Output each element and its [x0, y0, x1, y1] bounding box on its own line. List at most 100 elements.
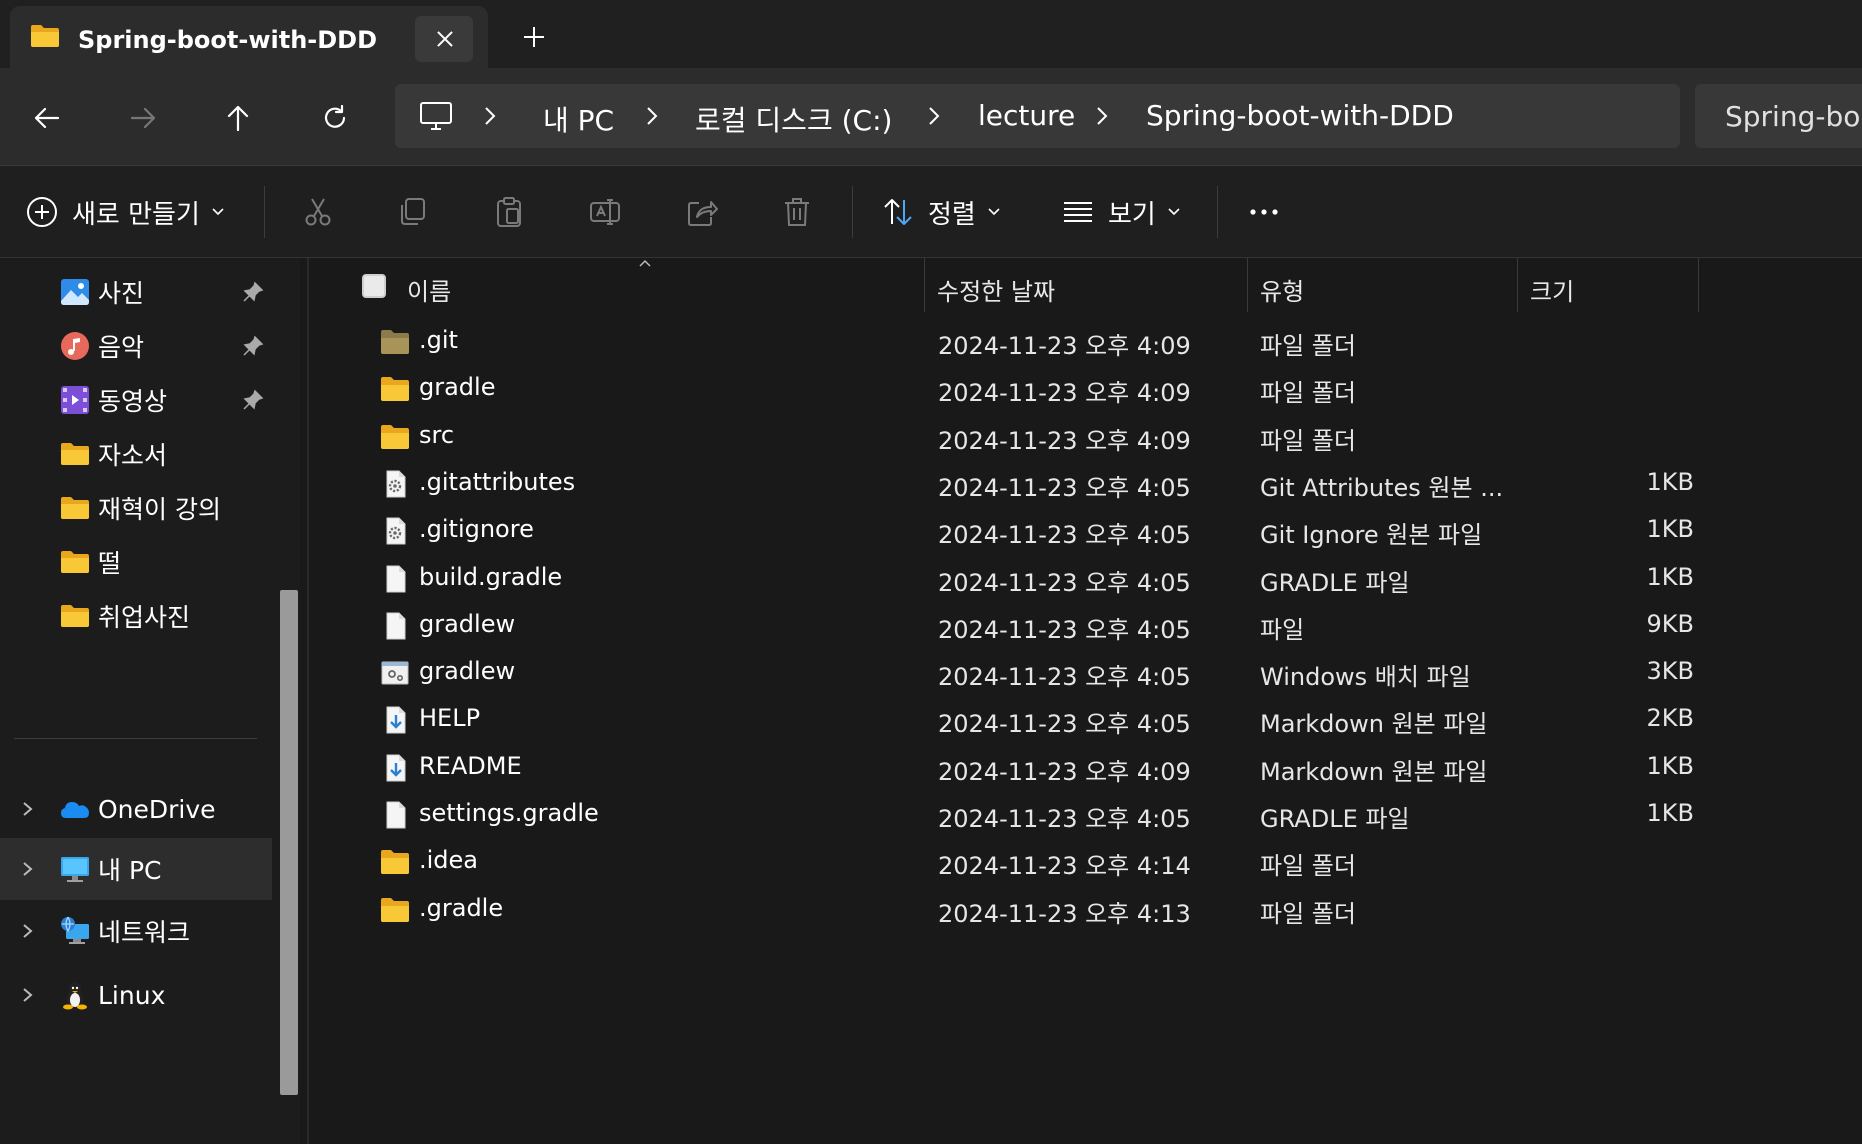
- navigation-pane: 사진 음악 동영상 자소서 재혁이 강의 떨 취업사진 OneDrive 내 P…: [0, 258, 300, 1144]
- sidebar-item-onedrive[interactable]: OneDrive: [0, 778, 272, 840]
- file-icon: [380, 612, 410, 640]
- sidebar-scrollbar-thumb[interactable]: [280, 590, 298, 1095]
- sidebar-item-label: OneDrive: [98, 794, 216, 824]
- file-type: Markdown 원본 파일: [1260, 757, 1488, 786]
- batch-file-icon: [380, 659, 410, 687]
- new-button[interactable]: 새로 만들기: [26, 186, 226, 238]
- file-name: build.gradle: [419, 562, 563, 591]
- sort-button[interactable]: 정렬: [882, 186, 1002, 238]
- sidebar-item-folder[interactable]: 자소서: [0, 423, 272, 485]
- sidebar-item-network[interactable]: 네트워크: [0, 900, 272, 962]
- network-icon: [61, 916, 89, 944]
- column-divider[interactable]: [1517, 258, 1518, 312]
- folder-icon: [380, 896, 410, 924]
- view-button[interactable]: 보기: [1062, 186, 1182, 238]
- file-modified-date: 2024-11-23 오후 4:05: [938, 615, 1191, 644]
- address-bar[interactable]: 내 PC 로컬 디스크 (C:) lecture Spring-boot-wit…: [395, 84, 1680, 148]
- copy-button[interactable]: [397, 186, 429, 238]
- more-options-button[interactable]: [1248, 186, 1280, 238]
- sidebar-item-label: 네트워크: [98, 918, 191, 947]
- search-input[interactable]: Spring-boo: [1695, 84, 1862, 148]
- file-icon: [380, 801, 410, 829]
- pin-icon[interactable]: [242, 389, 264, 411]
- up-button[interactable]: [212, 92, 264, 144]
- tab-title: Spring-boot-with-DDD: [78, 26, 378, 54]
- column-header-name[interactable]: 이름: [407, 272, 451, 307]
- forward-button[interactable]: [117, 92, 169, 144]
- trash-icon: [785, 198, 809, 226]
- tab-close-button[interactable]: [415, 16, 473, 62]
- sidebar-item-linux[interactable]: Linux: [0, 964, 272, 1026]
- chevron-down-icon: [1168, 208, 1180, 216]
- photos-icon: [61, 279, 89, 305]
- back-button[interactable]: [21, 92, 73, 144]
- file-name: .gradle: [419, 893, 504, 922]
- column-divider[interactable]: [1247, 258, 1248, 312]
- file-row[interactable]: .gradle 2024-11-23 오후 4:13 파일 폴더: [310, 882, 1862, 938]
- file-modified-date: 2024-11-23 오후 4:09: [938, 426, 1191, 455]
- file-modified-date: 2024-11-23 오후 4:05: [938, 710, 1191, 739]
- sidebar-item-music[interactable]: 음악: [0, 315, 272, 377]
- file-name: src: [419, 420, 455, 449]
- select-all-checkbox[interactable]: [362, 274, 386, 298]
- column-divider[interactable]: [924, 258, 925, 312]
- file-type: 파일 폴더: [1260, 332, 1356, 360]
- chevron-right-icon[interactable]: [20, 921, 36, 941]
- column-header-type[interactable]: 유형: [1260, 272, 1304, 307]
- file-size: 1KB: [1646, 467, 1694, 496]
- sidebar-item-videos[interactable]: 동영상: [0, 369, 272, 431]
- videos-icon: [61, 386, 89, 414]
- sidebar-item-folder[interactable]: 떨: [0, 531, 272, 593]
- pane-splitter[interactable]: [307, 258, 309, 1144]
- tab-active[interactable]: Spring-boot-with-DDD: [10, 6, 488, 68]
- file-name: .gitattributes: [419, 467, 576, 496]
- toolbar-divider: [852, 186, 853, 238]
- toolbar-divider: [264, 186, 265, 238]
- file-type: Git Attributes 원본 ...: [1260, 473, 1504, 502]
- breadcrumb-lecture[interactable]: lecture: [978, 99, 1075, 132]
- sidebar-item-my-pc[interactable]: 내 PC: [0, 838, 272, 900]
- column-divider[interactable]: [1698, 258, 1699, 312]
- file-name: .gitignore: [419, 515, 534, 544]
- sidebar-item-label: 떨: [98, 549, 122, 578]
- cut-button[interactable]: [302, 186, 334, 238]
- address-row: 내 PC 로컬 디스크 (C:) lecture Spring-boot-wit…: [0, 68, 1862, 166]
- column-header-size[interactable]: 크기: [1530, 272, 1574, 307]
- sidebar-divider: [14, 738, 257, 739]
- folder-icon: [380, 848, 410, 876]
- breadcrumb-local-disk[interactable]: 로컬 디스크 (C:): [695, 99, 892, 139]
- breadcrumb-current[interactable]: Spring-boot-with-DDD: [1146, 99, 1454, 132]
- delete-button[interactable]: [781, 186, 813, 238]
- file-modified-date: 2024-11-23 오후 4:09: [938, 757, 1191, 786]
- markdown-file-icon: [380, 706, 410, 734]
- chevron-right-icon[interactable]: [20, 799, 36, 819]
- file-type: Markdown 원본 파일: [1260, 710, 1488, 739]
- file-type: Windows 배치 파일: [1260, 663, 1471, 692]
- sidebar-item-folder[interactable]: 취업사진: [0, 585, 272, 647]
- more-icon: [1250, 209, 1278, 215]
- refresh-button[interactable]: [309, 92, 361, 144]
- sidebar-item-folder[interactable]: 재혁이 강의: [0, 477, 272, 539]
- chevron-right-icon: [647, 107, 658, 125]
- file-modified-date: 2024-11-23 오후 4:14: [938, 852, 1191, 881]
- file-size: 9KB: [1646, 609, 1694, 638]
- search-placeholder: Spring-boo: [1725, 100, 1862, 133]
- rename-button[interactable]: [589, 186, 621, 238]
- paste-button[interactable]: [493, 186, 525, 238]
- clipboard-icon: [497, 197, 521, 227]
- file-name: settings.gradle: [419, 799, 599, 827]
- share-icon: [688, 201, 718, 226]
- pin-icon[interactable]: [242, 281, 264, 303]
- file-size: 2KB: [1646, 704, 1694, 733]
- sidebar-item-photos[interactable]: 사진: [0, 261, 272, 323]
- chevron-right-icon[interactable]: [20, 985, 36, 1005]
- breadcrumb-my-pc[interactable]: 내 PC: [543, 99, 614, 139]
- new-tab-button[interactable]: [514, 16, 554, 56]
- pin-icon[interactable]: [242, 335, 264, 357]
- file-size: 1KB: [1646, 799, 1694, 827]
- folder-icon: [380, 375, 410, 403]
- markdown-file-icon: [380, 754, 410, 782]
- column-header-date[interactable]: 수정한 날짜: [937, 272, 1055, 307]
- share-button[interactable]: [686, 186, 718, 238]
- chevron-right-icon[interactable]: [20, 859, 36, 879]
